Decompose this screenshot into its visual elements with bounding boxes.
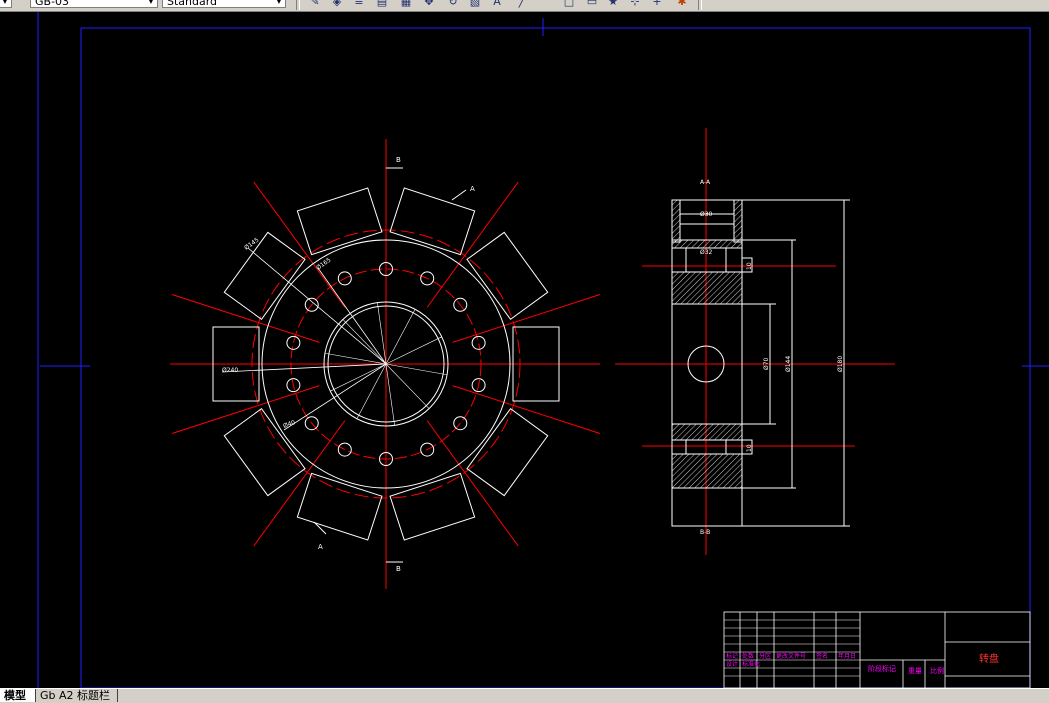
point-icon[interactable]: + [650, 0, 664, 8]
chevron-down-icon: ▼ [147, 0, 155, 5]
properties-icon[interactable]: ▧ [468, 0, 482, 8]
title-block-cell: 处数 [742, 652, 754, 660]
center-ray [356, 363, 387, 419]
radial-centerline [452, 385, 601, 435]
dim-v2: Ø144 [785, 356, 792, 372]
scale-label: 比例 [930, 666, 944, 675]
block-icon[interactable]: ▦ [399, 0, 413, 8]
title-block-cell: 年月日 [838, 652, 856, 660]
dim-h1: 10 [746, 262, 753, 270]
weight-label: 重量 [908, 667, 922, 675]
toolbar-separator [296, 0, 300, 10]
radial-centerline [426, 181, 519, 308]
slot-block [389, 472, 476, 541]
refresh-icon[interactable]: ↻ [446, 0, 460, 8]
section-label-b-bottom: B [396, 565, 401, 573]
bolt-hole [453, 416, 468, 431]
drawing-canvas[interactable]: B B A A Ø145 Ø165 Ø240 Ø40 A-A B-B Ø30 Ø… [0, 12, 1049, 688]
rectangle-icon[interactable]: □ [562, 0, 576, 8]
title-block: 标记 处数 分区 更改文件号 签名 年月日 设计 标准化 阶段标记 重量 比例 转盘 [723, 611, 1031, 688]
dim-d2: Ø165 [315, 257, 332, 272]
chevron-down-icon: ▼ [275, 0, 283, 5]
tab-model-label: 模型 [4, 689, 26, 702]
tab-gb-a2-title-label: Gb A2 标题栏 [40, 689, 111, 702]
move-icon[interactable]: ✥ [422, 0, 436, 8]
section-label-a-top: A [470, 185, 475, 193]
section-centerlines [615, 128, 895, 555]
title-block-cell: 标记 [726, 652, 738, 660]
slot-block [296, 472, 383, 541]
radial-centerline [253, 181, 346, 308]
radial-centerline [171, 385, 320, 435]
section-label-b-top: B [396, 156, 401, 164]
slot-block [296, 187, 383, 256]
line-icon[interactable]: ╱ [515, 0, 529, 8]
radial-centerline [452, 293, 601, 343]
radial-centerline [171, 293, 320, 343]
dim-d1: Ø145 [243, 237, 260, 252]
center-ray [377, 302, 387, 365]
radial-centerline [426, 420, 519, 547]
paint-icon[interactable]: ◈ [330, 0, 344, 8]
dim-d4: Ø40 [282, 419, 296, 430]
bolt-hole [337, 442, 352, 457]
section-title-bottom: B-B [700, 529, 710, 536]
star-icon[interactable]: ★ [606, 0, 620, 8]
dim-v1: Ø70 [763, 357, 770, 370]
match-properties-icon[interactable]: ✎ [308, 0, 322, 8]
title-block-row1: 标记 处数 分区 更改文件号 签名 年月日 [726, 652, 856, 660]
bolt-hole [286, 335, 301, 350]
layer-combo[interactable]: GB-03 ▼ [30, 0, 158, 8]
style-combo-value: Standard [167, 0, 218, 8]
dim-v3: Ø180 [837, 356, 844, 372]
toolbar: ▼ GB-03 ▼ Standard ▼ ✎ ◈ ≡ ▤ ▦ ✥ ↻ ▧ A ╱… [0, 0, 1049, 12]
title-block-row2: 设计 标准化 [726, 660, 760, 668]
slot-block [389, 187, 476, 256]
front-view: B B A A Ø145 Ø165 Ø240 Ø40 [170, 139, 601, 589]
bolt-hole [471, 335, 486, 350]
title-block-cell: 更改文件号 [776, 652, 806, 660]
prev-combo-arrow[interactable]: ▼ [0, 0, 12, 8]
center-ray [330, 363, 387, 392]
toolbar-separator [698, 0, 702, 10]
arc-icon[interactable]: ⌒ [538, 0, 552, 8]
title-block-cell: 签名 [816, 652, 828, 660]
dim-d3: Ø240 [222, 367, 238, 374]
window-icon[interactable]: ▭ [585, 0, 599, 8]
title-block-cell: 分区 [759, 652, 771, 660]
layout-tab-bar: 模型 Gb A2 标题栏 [0, 688, 1049, 703]
section-label-a-bottom: A [318, 543, 323, 551]
color-icon[interactable]: ✱ [675, 0, 689, 8]
section-view: A-A B-B Ø30 Ø32 10 10 Ø70 Ø144 Ø180 [615, 128, 895, 555]
part-name: 转盘 [979, 652, 999, 665]
dim-top-w: Ø30 [700, 211, 713, 218]
tab-gb-a2-title[interactable]: Gb A2 标题栏 [36, 689, 118, 702]
title-block-cell: 设计 [726, 660, 738, 668]
layer-state-icon[interactable]: ▤ [375, 0, 389, 8]
snap-icon[interactable]: ⊹ [628, 0, 642, 8]
layer-icon[interactable]: ≡ [352, 0, 366, 8]
layer-combo-value: GB-03 [35, 0, 70, 8]
style-combo[interactable]: Standard ▼ [162, 0, 286, 8]
tab-model[interactable]: 模型 [0, 689, 36, 702]
radial-centerline [253, 420, 346, 547]
stage-label: 阶段标记 [868, 664, 896, 673]
dim-inner-w: Ø32 [700, 249, 713, 256]
title-block-cell: 标准化 [742, 660, 760, 668]
text-icon[interactable]: A [490, 0, 504, 8]
center-ray [385, 336, 442, 365]
dim-h2: 10 [746, 444, 753, 452]
section-geometry [671, 199, 850, 527]
center-ray [385, 363, 395, 426]
center-ray [385, 309, 416, 365]
drawing-frame [37, 12, 1049, 688]
